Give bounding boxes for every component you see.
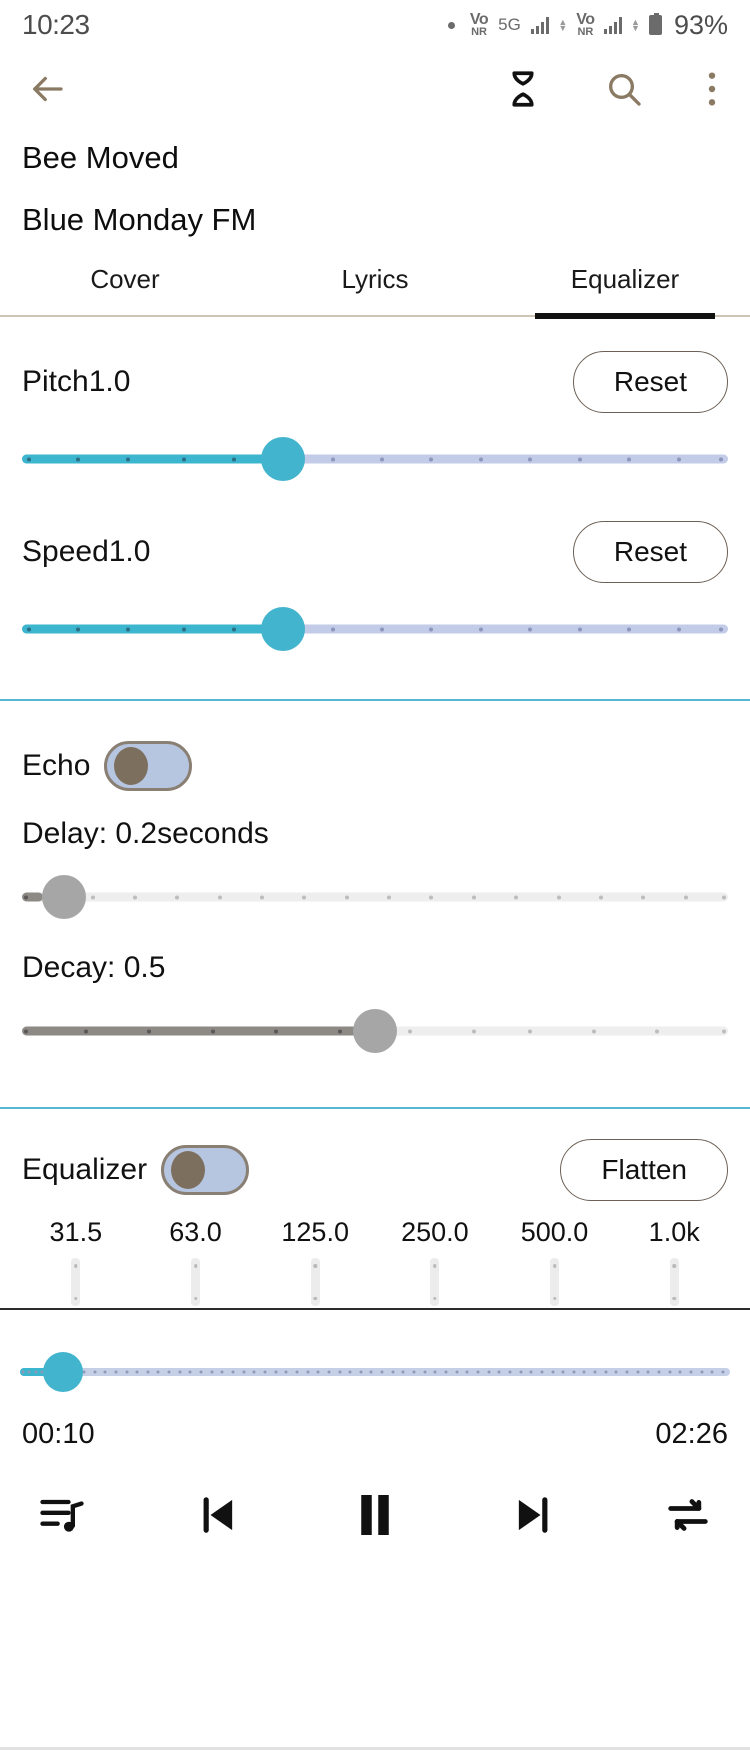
pitch-slider[interactable] [22,431,728,487]
network-generation-label: 5G [498,15,521,34]
equalizer-toggle-knob [171,1151,206,1189]
pitch-label: Pitch1.0 [22,365,131,398]
eq-band-slider-4[interactable] [495,1258,615,1306]
repeat-icon[interactable] [662,1489,714,1541]
vonr-v-label-1: Vo [469,10,489,28]
battery-icon [648,13,662,35]
player-controls [0,1451,750,1545]
playback-progress-slider[interactable] [20,1344,730,1400]
progress-thumb[interactable] [42,1352,83,1392]
tab-lyrics[interactable]: Lyrics [250,264,500,315]
flatten-button[interactable]: Flatten [560,1139,728,1201]
speed-label: Speed1.0 [22,535,151,568]
eq-band-slider-3[interactable] [375,1258,495,1306]
app-toolbar [0,50,750,128]
eq-band-label-5: 1.0k [648,1217,700,1247]
eq-band-label-4: 500.0 [520,1217,589,1247]
data-transfer-icon-2: ▲ ▼ [631,16,640,33]
echo-delay-ticks [22,893,728,902]
eq-band-slider-1[interactable] [136,1258,256,1306]
data-transfer-icon-1: ▲ ▼ [558,16,568,33]
battery-percent-label: 93% [673,9,728,40]
status-icons: Vo NR 5G ▲ ▼ Vo NR ▲ ▼ 93% [447,9,728,41]
speed-slider[interactable] [22,601,728,657]
eq-band-label-0: 31.5 [49,1217,103,1247]
hourglass-icon[interactable] [502,68,544,110]
vonr-nr-label-1: NR [471,26,487,39]
playlist-music-icon[interactable] [36,1489,88,1541]
pitch-slider-thumb[interactable] [261,437,306,481]
equalizer-row: Equalizer Flatten [0,1109,750,1201]
equalizer-band-sliders [0,1248,750,1306]
echo-toggle[interactable] [104,741,193,791]
skip-next-icon[interactable] [508,1489,560,1541]
echo-delay-label: Delay: 0.2seconds [22,817,269,850]
echo-toggle-knob [114,747,149,785]
status-bar: 10:23 Vo NR 5G ▲ ▼ Vo NR ▲ ▼ 93% [0,0,750,50]
vonr-nr-label-2: NR [577,26,594,39]
volte-nr-icon-1: Vo NR [469,10,489,39]
speed-slider-ticks [22,625,728,634]
equalizer-frequency-labels: 31.5 63.0 125.0 250.0 500.0 1.0k [0,1201,750,1248]
echo-decay-slider[interactable] [22,1003,728,1059]
pause-icon[interactable] [345,1485,405,1545]
equalizer-toggle[interactable] [161,1145,250,1195]
pitch-slider-ticks [22,455,728,464]
tab-cover[interactable]: Cover [0,264,250,315]
notification-dot-icon [447,21,455,29]
song-artist: Blue Monday FM [22,202,257,237]
equalizer-toggle-group: Equalizer [22,1145,250,1195]
tab-bar: Cover Lyrics Equalizer [0,264,750,319]
signal-bars-icon-2 [603,16,623,34]
signal-bars-icon-1 [530,16,550,34]
equalizer-bottom-divider [0,1308,750,1310]
volte-nr-icon-2: Vo NR [576,10,595,39]
search-icon[interactable] [604,69,644,109]
tab-equalizer[interactable]: Equalizer [500,264,750,319]
pitch-row: Pitch1.0 Reset [0,317,750,413]
playback-times: 00:10 02:26 [0,1400,750,1451]
echo-decay-label: Decay: 0.5 [22,951,166,984]
eq-band-slider-2[interactable] [255,1258,375,1306]
song-title: Bee Moved [22,140,179,175]
more-vertical-icon[interactable] [698,69,726,109]
speed-reset-button[interactable]: Reset [572,521,728,583]
eq-band-label-2: 125.0 [281,1217,349,1247]
eq-band-slider-0[interactable] [16,1258,136,1306]
total-time: 02:26 [655,1418,728,1450]
progress-ticks [20,1368,730,1376]
echo-row: Echo [0,701,750,791]
echo-label: Echo [22,749,91,782]
status-clock: 10:23 [22,9,90,40]
eq-band-slider-5[interactable] [614,1258,734,1306]
speed-row: Speed1.0 Reset [0,487,750,583]
back-icon[interactable] [24,66,70,112]
echo-delay-thumb[interactable] [42,875,87,919]
eq-band-label-3: 250.0 [401,1217,469,1247]
skip-previous-icon[interactable] [191,1489,243,1541]
equalizer-label: Equalizer [22,1153,148,1186]
pitch-reset-button[interactable]: Reset [572,351,728,413]
echo-decay-thumb[interactable] [353,1009,397,1053]
elapsed-time: 00:10 [22,1418,95,1450]
vonr-v-label-2: Vo [576,10,595,28]
eq-band-label-1: 63.0 [169,1217,222,1247]
speed-slider-thumb[interactable] [261,607,306,651]
echo-delay-slider[interactable] [22,869,728,925]
